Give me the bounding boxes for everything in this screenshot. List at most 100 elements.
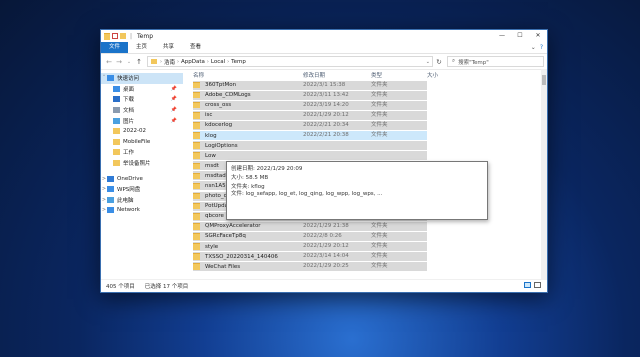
qat-separator: | bbox=[130, 32, 133, 40]
pin-icon[interactable]: 📌 bbox=[171, 118, 177, 124]
large-icons-view-icon[interactable] bbox=[534, 282, 541, 288]
file-date: 2022/3/19 14:20 bbox=[303, 100, 371, 110]
folder-icon bbox=[113, 149, 120, 156]
file-row[interactable]: QMProxyAccelerator 2022/1/29 21:38 文件夹 bbox=[183, 221, 547, 231]
help-icon[interactable]: ? bbox=[540, 42, 543, 53]
sidebar-item[interactable]: > Network bbox=[101, 205, 183, 216]
minimize-button[interactable]: — bbox=[493, 30, 511, 42]
sidebar-item[interactable]: 桌面 📌 bbox=[101, 84, 183, 95]
properties-icon[interactable] bbox=[112, 33, 118, 39]
file-date: 2022/1/29 21:38 bbox=[303, 221, 371, 231]
sidebar-item[interactable]: MobileFile bbox=[101, 137, 183, 148]
pin-icon[interactable]: 📌 bbox=[171, 107, 177, 113]
tooltip-created: 创建日期: 2022/1/29 20:09 bbox=[231, 166, 303, 172]
address-row: ← → ⌄ ↑ › 浩南 › AppData › Local › Temp ⌄ … bbox=[101, 54, 547, 70]
file-type: 文件夹 bbox=[371, 262, 427, 272]
file-type: 文件夹 bbox=[371, 120, 427, 130]
sidebar-item[interactable]: > WPS网盘 bbox=[101, 184, 183, 195]
file-row[interactable]: SGRcFaceTp8q 2022/2/8 0:26 文件夹 bbox=[183, 231, 547, 241]
file-type: 文件夹 bbox=[371, 110, 427, 120]
recent-locations-icon[interactable]: ⌄ bbox=[124, 59, 134, 65]
address-dropdown-icon[interactable]: ⌄ bbox=[424, 59, 432, 65]
sidebar-item[interactable]: 工作 bbox=[101, 147, 183, 158]
sidebar-item[interactable]: 文档 📌 bbox=[101, 105, 183, 116]
file-name-cell[interactable]: cross_oss bbox=[193, 100, 303, 110]
column-size[interactable]: 大小 bbox=[427, 71, 467, 79]
new-folder-icon[interactable] bbox=[120, 33, 126, 39]
details-view-icon[interactable] bbox=[524, 282, 531, 288]
tab-view[interactable]: 查看 bbox=[182, 42, 209, 53]
folder-icon bbox=[193, 172, 200, 180]
file-row[interactable]: 360TptMon 2022/3/1 15:38 文件夹 bbox=[183, 80, 547, 90]
column-name[interactable]: 名称 bbox=[193, 71, 303, 79]
file-row[interactable]: isc 2022/1/29 20:12 文件夹 bbox=[183, 110, 547, 120]
file-type: 文件夹 bbox=[371, 221, 427, 231]
folder-icon bbox=[193, 233, 200, 240]
sidebar-item[interactable]: 图片 📌 bbox=[101, 115, 183, 126]
file-row[interactable]: TXSSO_20220314_140406 2022/3/14 14:04 文件夹 bbox=[183, 252, 547, 262]
cloud-icon bbox=[107, 175, 114, 182]
file-date: 2022/2/21 20:34 bbox=[303, 120, 371, 130]
file-row[interactable]: kdocerlog 2022/2/21 20:34 文件夹 bbox=[183, 120, 547, 130]
maximize-button[interactable]: ☐ bbox=[511, 30, 529, 42]
file-name-cell[interactable]: style bbox=[193, 242, 303, 252]
star-icon bbox=[107, 75, 114, 82]
file-row[interactable]: WeChat Files 2022/1/29 20:25 文件夹 bbox=[183, 262, 547, 272]
file-type bbox=[371, 151, 427, 161]
file-row[interactable]: cross_oss 2022/3/19 14:20 文件夹 bbox=[183, 100, 547, 110]
breadcrumb-appdata[interactable]: AppData bbox=[179, 59, 207, 65]
pin-icon[interactable]: 📌 bbox=[171, 86, 177, 92]
column-type[interactable]: 类型 bbox=[371, 71, 427, 79]
file-name-cell[interactable]: WeChat Files bbox=[193, 262, 303, 272]
file-date: 2022/2/8 0:26 bbox=[303, 231, 371, 241]
file-name-cell[interactable]: Adobe_CDMLogs bbox=[193, 90, 303, 100]
column-date[interactable]: 修改日期 bbox=[303, 71, 371, 79]
sidebar-item-label: 下载 bbox=[123, 97, 135, 104]
file-row[interactable]: klog 2022/2/21 20:38 文件夹 bbox=[183, 130, 547, 141]
back-button[interactable]: ← bbox=[104, 58, 114, 66]
address-bar[interactable]: › 浩南 › AppData › Local › Temp ⌄ bbox=[147, 56, 433, 67]
close-button[interactable]: ✕ bbox=[529, 30, 547, 42]
vertical-scrollbar[interactable] bbox=[541, 69, 547, 280]
folder-small-icon[interactable] bbox=[104, 32, 110, 40]
search-box[interactable]: ⌕ 搜索"Temp" bbox=[447, 56, 544, 67]
breadcrumb-temp[interactable]: Temp bbox=[229, 59, 248, 65]
folder-icon bbox=[113, 138, 120, 145]
sidebar-item[interactable]: ˅ 快速访问 bbox=[101, 73, 183, 84]
file-row[interactable]: Adobe_CDMLogs 2022/3/11 13:42 文件夹 bbox=[183, 90, 547, 100]
up-button[interactable]: ↑ bbox=[134, 58, 144, 66]
file-row[interactable]: LogiOptions bbox=[183, 141, 547, 151]
sidebar-item[interactable]: > 此电脑 bbox=[101, 195, 183, 206]
file-name-cell[interactable]: SGRcFaceTp8q bbox=[193, 231, 303, 241]
sidebar-item[interactable]: 举设备照片 bbox=[101, 158, 183, 169]
file-name-cell[interactable]: TXSSO_20220314_140406 bbox=[193, 252, 303, 262]
breadcrumb-local[interactable]: Local bbox=[209, 59, 227, 65]
tab-file[interactable]: 文件 bbox=[101, 42, 129, 53]
sidebar-item-label: WPS网盘 bbox=[117, 187, 141, 194]
file-name-cell[interactable]: klog bbox=[193, 131, 303, 141]
breadcrumb-user[interactable]: 浩南 bbox=[162, 58, 177, 66]
file-name-cell[interactable]: QMProxyAccelerator bbox=[193, 221, 303, 231]
expand-ribbon-icon[interactable]: ⌄ bbox=[531, 42, 536, 53]
tab-home[interactable]: 主页 bbox=[128, 42, 155, 53]
file-name-cell[interactable]: Low bbox=[193, 151, 303, 161]
file-name-cell[interactable]: 360TptMon bbox=[193, 80, 303, 90]
file-name-cell[interactable]: kdocerlog bbox=[193, 120, 303, 130]
folder-icon bbox=[193, 162, 200, 170]
tab-share[interactable]: 共享 bbox=[155, 42, 182, 53]
file-name-cell[interactable]: isc bbox=[193, 110, 303, 120]
file-name: qbcore bbox=[205, 213, 224, 220]
scrollbar-thumb[interactable] bbox=[542, 75, 546, 85]
file-name-cell[interactable]: LogiOptions bbox=[193, 141, 303, 151]
refresh-button[interactable]: ↻ bbox=[434, 58, 444, 66]
forward-button[interactable]: → bbox=[114, 58, 124, 66]
sidebar-item[interactable]: > OneDrive bbox=[101, 173, 183, 184]
sidebar-item[interactable]: 2022-02 bbox=[101, 126, 183, 137]
pin-icon[interactable]: 📌 bbox=[171, 96, 177, 102]
file-row[interactable]: Low bbox=[183, 151, 547, 161]
sidebar-item-label: 图片 bbox=[123, 118, 135, 125]
status-bar: 405 个项目 已选择 17 个项目 bbox=[101, 279, 547, 292]
file-row[interactable]: style 2022/1/29 20:12 文件夹 bbox=[183, 242, 547, 252]
sidebar-item[interactable]: 下载 📌 bbox=[101, 94, 183, 105]
file-date: 2022/1/29 20:12 bbox=[303, 242, 371, 252]
